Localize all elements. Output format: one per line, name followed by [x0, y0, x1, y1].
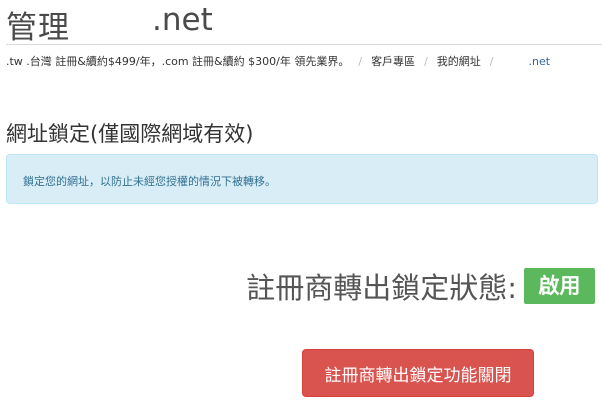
breadcrumb-item-my-domains[interactable]: 我的網址 [437, 53, 481, 69]
breadcrumb-promo-link[interactable]: .tw .台灣 註冊&續約$499/年，.com 註冊&續約 $300/年 領先… [6, 53, 349, 69]
breadcrumb-separator: / [358, 55, 363, 68]
breadcrumb: .tw .台灣 註冊&續約$499/年，.com 註冊&續約 $300/年 領先… [6, 53, 602, 71]
page-title: 管理 [6, 10, 70, 46]
breadcrumb-separator: / [424, 55, 428, 68]
breadcrumb-item-client-area[interactable]: 客戶專區 [371, 53, 415, 69]
lock-status-badge: 啟用 [524, 268, 595, 304]
info-alert: 鎖定您的網址，以防止未經您授權的情況下被轉移。 [6, 154, 598, 204]
info-alert-text: 鎖定您的網址，以防止未經您授權的情況下被轉移。 [23, 175, 276, 188]
page: 管理 .net .tw .台灣 註冊&續約$499/年，.com 註冊&續約 $… [0, 0, 602, 402]
page-header: 管理 .net [6, 0, 602, 46]
breadcrumb-separator: / [489, 55, 494, 68]
breadcrumb-item-current-domain: .net [528, 55, 551, 68]
disable-lock-button[interactable]: 註冊商轉出鎖定功能關閉 [302, 349, 534, 397]
page-title-domain: .net [152, 2, 213, 38]
lock-status-label: 註冊商轉出鎖定狀態: [246, 271, 517, 305]
section-title: 網址鎖定(僅國際網域有效) [6, 122, 254, 146]
